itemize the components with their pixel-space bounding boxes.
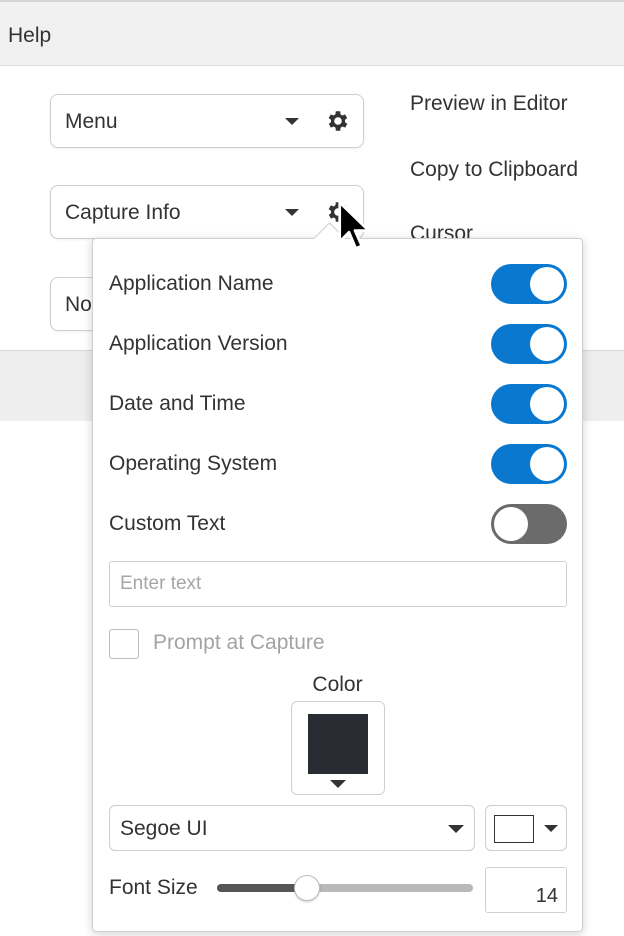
row-application-version: Application Version <box>109 324 569 364</box>
operating-system-label: Operating System <box>109 452 278 475</box>
background-color-select[interactable] <box>485 805 567 851</box>
capture-info-dropdown-label: Capture Info <box>65 201 181 224</box>
font-family-value: Segoe UI <box>120 817 208 840</box>
date-time-label: Date and Time <box>109 392 246 415</box>
toggle-knob <box>530 327 564 361</box>
row-application-name: Application Name <box>109 264 569 304</box>
gear-icon[interactable] <box>325 108 351 134</box>
preview-in-editor-option[interactable]: Preview in Editor <box>410 92 568 116</box>
prompt-at-capture-checkbox[interactable] <box>109 629 139 659</box>
toggle-knob <box>530 267 564 301</box>
font-size-slider[interactable] <box>217 875 473 901</box>
slider-thumb[interactable] <box>293 875 320 901</box>
third-dropdown-label: No <box>65 293 92 316</box>
custom-text-toggle[interactable] <box>491 504 567 544</box>
capture-info-popup: Application Name Application Version Dat… <box>92 222 583 932</box>
font-size-label: Font Size <box>109 876 198 899</box>
application-version-toggle[interactable] <box>491 324 567 364</box>
menu-bar: Help <box>0 0 624 66</box>
operating-system-toggle[interactable] <box>491 444 567 484</box>
application-name-toggle[interactable] <box>491 264 567 304</box>
text-color-picker[interactable] <box>291 701 385 795</box>
date-time-toggle[interactable] <box>491 384 567 424</box>
row-operating-system: Operating System <box>109 444 569 484</box>
caret-down-icon <box>544 825 558 832</box>
application-version-label: Application Version <box>109 332 288 355</box>
capture-info-dropdown[interactable]: Capture Info <box>50 185 364 239</box>
caret-down-icon[interactable] <box>285 209 299 216</box>
application-name-label: Application Name <box>109 272 274 295</box>
font-size-input[interactable] <box>485 867 567 913</box>
color-label: Color <box>312 673 363 696</box>
menu-help[interactable]: Help <box>8 24 51 48</box>
caret-down-icon <box>330 780 346 788</box>
text-color-swatch <box>308 714 368 774</box>
background-color-swatch <box>494 815 534 843</box>
menu-dropdown[interactable]: Menu <box>50 94 364 148</box>
prompt-at-capture-label: Prompt at Capture <box>153 631 325 654</box>
custom-text-label: Custom Text <box>109 512 226 535</box>
custom-text-input[interactable] <box>109 561 567 607</box>
copy-to-clipboard-option[interactable]: Copy to Clipboard <box>410 158 578 182</box>
mouse-pointer-icon <box>338 201 370 250</box>
row-date-time: Date and Time <box>109 384 569 424</box>
caret-down-icon <box>448 825 464 833</box>
caret-down-icon[interactable] <box>285 118 299 125</box>
toggle-knob <box>530 447 564 481</box>
toggle-knob <box>530 387 564 421</box>
toggle-knob <box>494 507 528 541</box>
row-custom-text: Custom Text <box>109 504 569 544</box>
menu-dropdown-label: Menu <box>65 110 118 133</box>
font-family-select[interactable]: Segoe UI <box>109 805 475 851</box>
